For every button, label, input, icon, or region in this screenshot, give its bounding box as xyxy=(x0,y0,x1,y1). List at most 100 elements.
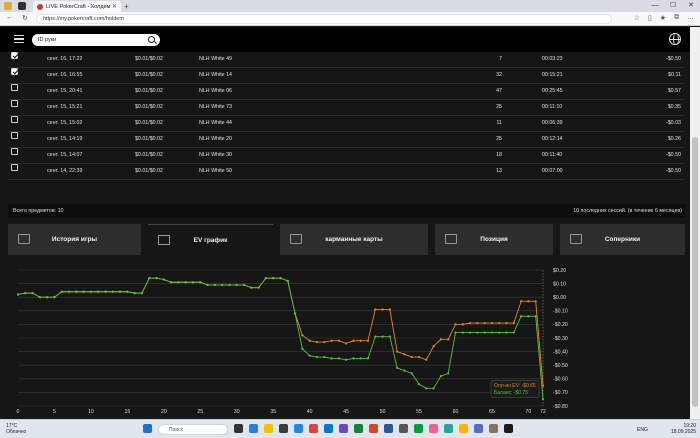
search-icon[interactable] xyxy=(148,36,155,43)
scrollbar-thumb[interactable] xyxy=(692,137,698,407)
y-tick-label: $0.00 xyxy=(553,295,566,301)
new-tab-icon[interactable]: + xyxy=(124,1,129,12)
minimize-icon[interactable]: — xyxy=(646,0,664,12)
more-menu-icon[interactable]: … xyxy=(687,14,694,22)
start-icon[interactable] xyxy=(143,424,152,433)
word-icon[interactable] xyxy=(384,424,393,433)
series-point-balance xyxy=(388,335,391,338)
series-point-ev xyxy=(410,355,413,359)
row-checkbox[interactable] xyxy=(11,148,18,155)
series-point-balance xyxy=(177,281,180,284)
taskbar-search-input[interactable]: Поиск xyxy=(158,424,228,435)
series-point-balance xyxy=(410,372,413,375)
browser-tab-active[interactable]: LIVE PokerCraft - Холдем ✕ xyxy=(33,1,121,12)
chrome-icon[interactable] xyxy=(309,424,318,433)
series-point-ev xyxy=(454,323,457,326)
row-time: 00:25:45 xyxy=(542,88,563,94)
series-point-balance xyxy=(89,290,93,293)
tab-actions-icon[interactable] xyxy=(18,2,26,10)
reload-icon[interactable]: ↻ xyxy=(22,14,28,22)
series-point-balance xyxy=(468,331,472,334)
series-point-balance xyxy=(308,354,311,357)
row-checkbox[interactable] xyxy=(11,164,18,171)
series-line-ev xyxy=(17,277,544,386)
table-row[interactable]: сент. 16, 17:22 $0.01/$0.02 NLH White 49 7 0… xyxy=(8,52,685,68)
url-field[interactable]: https://my.pokercraft.com/holdem xyxy=(36,14,612,24)
series-point-ev xyxy=(498,321,501,325)
tab-opponents[interactable]: Соперники xyxy=(560,224,685,255)
app-icon-2[interactable] xyxy=(414,424,423,433)
back-icon[interactable]: ← xyxy=(6,14,13,21)
row-time: 00:06:39 xyxy=(542,120,563,126)
stats-tabs: История игры EV график карманные карты Пози… xyxy=(8,224,685,255)
app-icon-4[interactable] xyxy=(444,424,453,433)
clock[interactable]: 19:20 18.09.2025 xyxy=(671,423,696,435)
table-row[interactable]: сент. 15, 15:21 $0.01/$0.02 NLH White 73 25… xyxy=(8,100,685,116)
tab-close-icon[interactable]: ✕ xyxy=(112,3,117,10)
excel-icon[interactable] xyxy=(354,424,363,433)
row-checkbox[interactable] xyxy=(11,100,18,107)
outlook-icon[interactable] xyxy=(324,424,333,433)
row-hands: 11 xyxy=(496,120,503,126)
table-row[interactable]: сент. 14, 22:39 $0.01/$0.02 NLH White 50 13… xyxy=(8,164,685,180)
hand-id-search-input[interactable]: ID руки xyxy=(32,34,160,46)
profile-icon[interactable] xyxy=(4,2,12,10)
tab-position[interactable]: Позиция xyxy=(435,224,553,255)
globe-icon[interactable] xyxy=(669,33,681,45)
language-indicator[interactable]: ENG xyxy=(637,427,648,433)
row-checkbox[interactable] xyxy=(11,132,18,139)
table-row[interactable]: сент. 15, 15:02 $0.01/$0.02 NLH White 44 11… xyxy=(8,116,685,132)
teams-icon[interactable] xyxy=(339,424,348,433)
pokercraft-taskbar-icon[interactable] xyxy=(504,424,513,433)
app-icon[interactable] xyxy=(399,424,408,433)
row-stake: $0.01/$0.02 xyxy=(135,72,163,78)
weather-widget[interactable]: 17°C Облачно xyxy=(6,423,26,435)
x-tick-label: 60 xyxy=(453,409,459,415)
y-tick-label: -$0.70 xyxy=(553,390,568,396)
explorer-icon[interactable] xyxy=(264,424,273,433)
row-stake: $0.01/$0.02 xyxy=(135,120,163,126)
favorite-star-icon[interactable]: ☆ xyxy=(634,14,640,22)
row-checkbox[interactable] xyxy=(11,68,18,75)
row-game: NLH White 44 xyxy=(199,120,232,126)
hamburger-menu-icon[interactable] xyxy=(14,35,24,43)
tab-chart[interactable]: EV график xyxy=(148,224,273,255)
row-checkbox[interactable] xyxy=(11,84,18,91)
series-point-balance xyxy=(534,315,537,318)
mail-icon[interactable] xyxy=(294,424,303,433)
x-tick-label: 30 xyxy=(234,409,240,415)
tab-grid[interactable]: карманные карты xyxy=(280,224,428,255)
page-scrollbar[interactable] xyxy=(690,27,700,419)
table-row[interactable]: сент. 15, 14:07 $0.01/$0.02 NLH White 30 18… xyxy=(8,148,685,164)
app-icon-5[interactable] xyxy=(459,424,468,433)
task-view-icon[interactable] xyxy=(234,424,243,433)
series-point-balance xyxy=(396,366,399,370)
row-hands: 18 xyxy=(496,152,502,158)
close-window-icon[interactable]: ✕ xyxy=(682,0,700,12)
tab-history[interactable]: История игры xyxy=(8,224,141,255)
powerpoint-icon[interactable] xyxy=(369,424,378,433)
series-point-ev xyxy=(374,308,377,311)
row-checkbox[interactable] xyxy=(11,116,18,123)
row-result: -$0.50 xyxy=(665,152,681,158)
pokercraft-favicon-icon xyxy=(37,3,43,10)
split-screen-icon[interactable]: ▯ xyxy=(648,14,652,22)
store-icon[interactable] xyxy=(279,424,288,433)
series-point-balance xyxy=(75,290,78,293)
series-point-balance xyxy=(512,331,515,334)
row-checkbox[interactable] xyxy=(11,52,18,59)
collections-icon[interactable]: ⧉ xyxy=(674,14,679,22)
table-row[interactable]: сент. 15, 20:41 $0.01/$0.02 NLH White 06 47… xyxy=(8,84,685,100)
table-row[interactable]: сент. 16, 16:55 $0.01/$0.02 NLH White 14 32… xyxy=(8,68,685,84)
app-icon-6[interactable] xyxy=(474,424,483,433)
app-icon-7[interactable] xyxy=(489,424,498,433)
table-row[interactable]: сент. 15, 14:19 $0.01/$0.02 NLH White 20 25… xyxy=(8,132,685,148)
windows-taskbar: 17°C Облачно Поиск ENG 19:20 18.09.2025 xyxy=(0,419,700,438)
edge-icon[interactable] xyxy=(249,424,258,433)
tab-label: Позиция xyxy=(480,236,508,243)
row-date: сент. 15, 20:41 xyxy=(47,88,83,94)
maximize-icon[interactable]: ☐ xyxy=(664,0,682,12)
app-icon-3[interactable] xyxy=(429,424,438,433)
favorites-icon[interactable]: ★ xyxy=(660,14,666,22)
series-point-ev xyxy=(505,321,508,325)
